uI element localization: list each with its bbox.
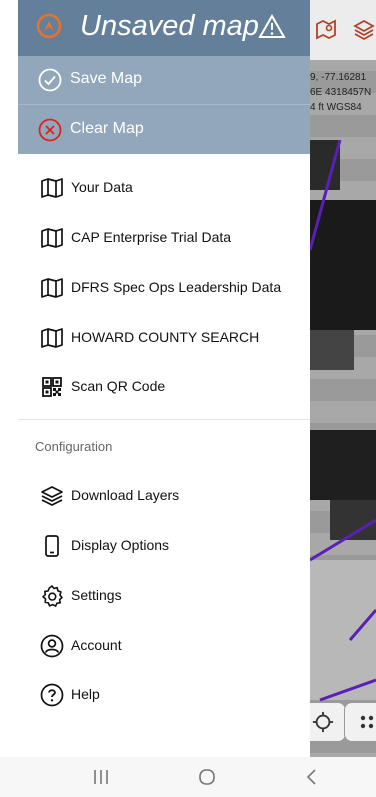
clear-x-circle-icon	[38, 118, 62, 142]
compass-logo-icon	[36, 13, 62, 39]
home-icon[interactable]	[195, 765, 219, 789]
menu-item-label: Settings	[71, 587, 122, 603]
layers-icon	[41, 486, 63, 506]
grid-dots-icon	[360, 715, 374, 729]
clear-map-label: Clear Map	[70, 120, 144, 137]
coordinate-utm: 6E 4318457N	[310, 87, 372, 98]
back-icon[interactable]	[300, 765, 324, 789]
menu-item-label: Download Layers	[71, 487, 180, 503]
system-navigation-bar	[0, 757, 376, 797]
save-map-button[interactable]: Save Map	[18, 56, 310, 104]
menu-item-dfrs-spec-ops[interactable]: DFRS Spec Ops Leadership Data	[0, 264, 310, 312]
crosshair-icon	[312, 711, 334, 733]
map-title: Unsaved map	[80, 10, 259, 42]
help-icon	[40, 683, 64, 707]
layers-toolbar-icon[interactable]	[352, 18, 376, 46]
recent-apps-icon[interactable]	[89, 765, 113, 789]
menu-item-label: Account	[71, 637, 122, 653]
menu-item-label: Scan QR Code	[71, 378, 166, 394]
menu-item-account[interactable]: Account	[0, 622, 310, 670]
account-icon	[40, 634, 64, 658]
menu-item-your-data[interactable]: Your Data	[0, 164, 310, 212]
menu-item-settings[interactable]: Settings	[0, 572, 310, 620]
menu-item-help[interactable]: Help	[0, 671, 310, 719]
menu-item-howard-county[interactable]: HOWARD COUNTY SEARCH	[0, 314, 310, 362]
map-icon	[41, 228, 63, 248]
configuration-section-title: Configuration	[35, 439, 113, 454]
action-divider	[18, 104, 310, 105]
menu-item-scan-qr[interactable]: Scan QR Code	[0, 363, 310, 411]
menu-item-label: HOWARD COUNTY SEARCH	[71, 329, 260, 345]
boundary-lines	[308, 140, 376, 702]
map-pin-icon[interactable]	[314, 18, 338, 46]
map-icon	[41, 278, 63, 298]
navigation-drawer: Unsaved map Save Map Clear Map Your Data	[0, 0, 310, 757]
check-circle-icon	[38, 68, 62, 92]
qr-code-icon	[42, 377, 62, 397]
map-toolbar	[300, 0, 376, 60]
menu-item-cap-enterprise[interactable]: CAP Enterprise Trial Data	[0, 214, 310, 262]
menu-item-display-options[interactable]: Display Options	[0, 522, 310, 570]
coordinate-elevation: 4 ft WGS84	[310, 102, 362, 113]
menu-item-label: DFRS Spec Ops Leadership Data	[71, 279, 282, 295]
map-icon	[41, 328, 63, 348]
section-divider	[18, 419, 310, 420]
menu-item-label: Display Options	[71, 537, 170, 553]
map-actions: Save Map Clear Map	[18, 56, 310, 154]
drawer-header: Unsaved map	[18, 0, 310, 56]
warning-triangle-icon[interactable]	[258, 13, 286, 41]
gear-icon	[42, 585, 63, 607]
map-icon	[41, 178, 63, 198]
clear-map-button[interactable]: Clear Map	[18, 106, 310, 154]
save-map-label: Save Map	[70, 70, 143, 87]
menu-item-label: CAP Enterprise Trial Data	[71, 229, 232, 245]
more-tools-button[interactable]	[344, 702, 376, 742]
phone-icon	[45, 535, 59, 557]
map-label-number: 8	[340, 239, 366, 291]
menu-item-label: Help	[71, 686, 100, 702]
menu-item-label: Your Data	[71, 179, 133, 195]
coordinate-latlon: 9, -77.16281	[310, 72, 367, 83]
menu-item-download-layers[interactable]: Download Layers	[0, 472, 310, 520]
